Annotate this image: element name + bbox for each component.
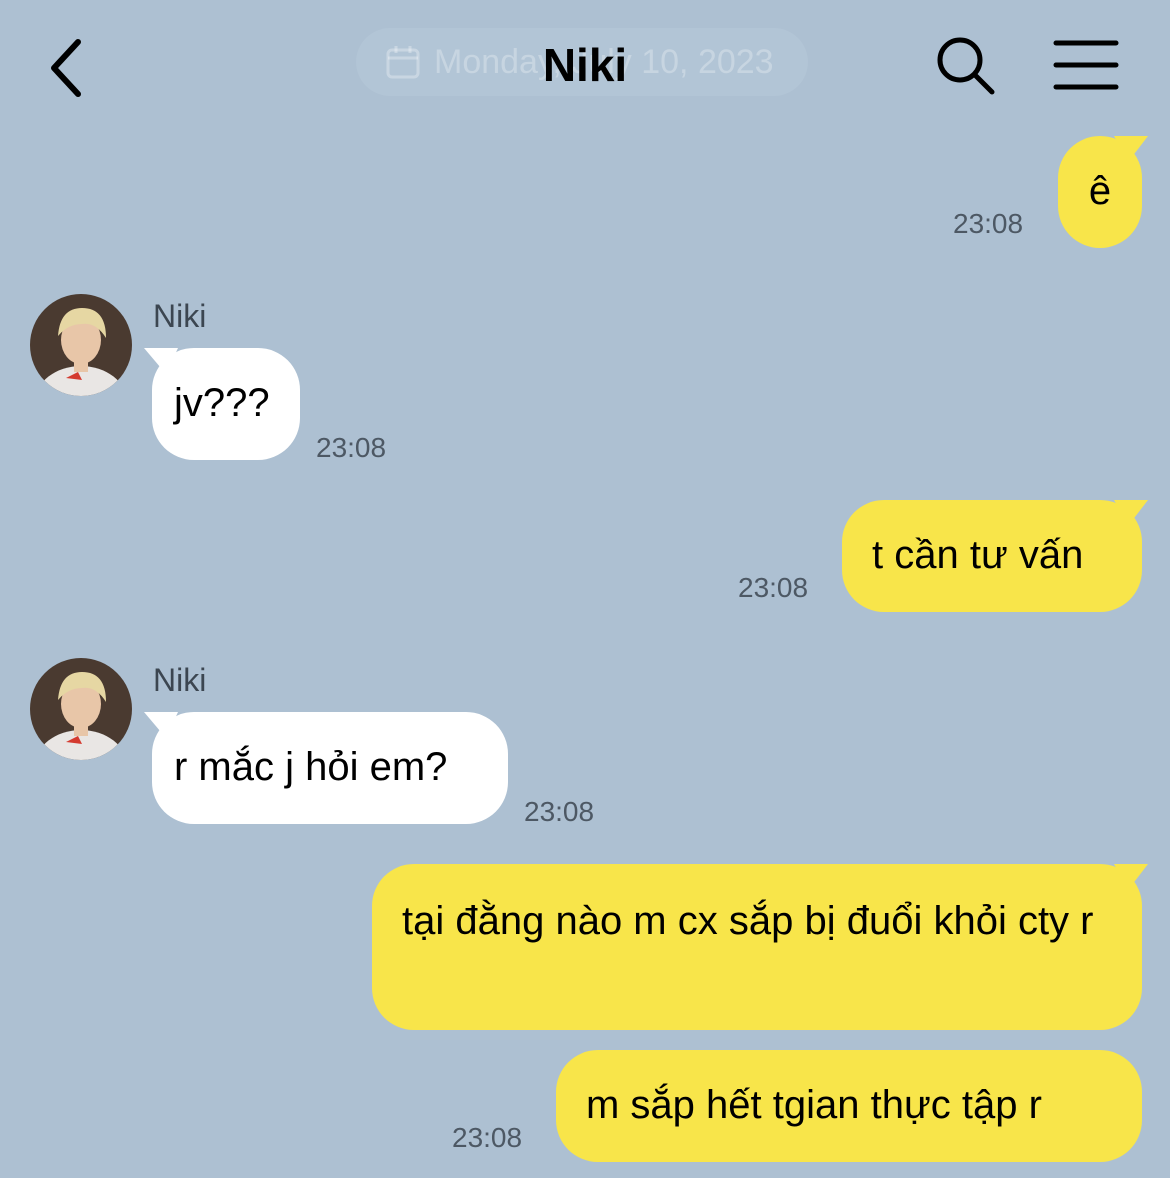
chat-header: Monday, July 10, 2023 Niki (0, 0, 1170, 134)
incoming-message[interactable]: jv??? (144, 348, 300, 460)
incoming-message[interactable]: r mắc j hỏi em? (144, 712, 508, 824)
message-text: jv??? (174, 381, 270, 425)
outgoing-message[interactable]: t cần tư vấn (842, 500, 1148, 612)
message-text: ê (1088, 169, 1112, 213)
outgoing-message[interactable]: ê (1058, 136, 1148, 248)
message-text: m sắp hết tgian thực tập r (586, 1083, 1042, 1127)
message-time: 23:08 (524, 796, 595, 827)
bubble-tail (1114, 500, 1148, 526)
profile-photo-icon (30, 294, 132, 396)
outgoing-message[interactable]: tại đằng nào m cx sắp bị đuổi khỏi cty r (372, 864, 1148, 1030)
outgoing-message[interactable]: m sắp hết tgian thực tập r (556, 1050, 1142, 1162)
message-time: 23:08 (452, 1122, 523, 1153)
search-button[interactable] (934, 34, 998, 98)
bubble-tail (144, 712, 178, 738)
message-text: t cần tư vấn (872, 533, 1084, 577)
message-time: 23:08 (738, 572, 809, 603)
hamburger-menu-icon (1053, 40, 1119, 90)
message-text: tại đằng nào m cx sắp bị đuổi khỏi cty r (402, 899, 1094, 943)
menu-button[interactable] (1052, 38, 1120, 92)
message-time: 23:08 (953, 208, 1024, 239)
search-icon (937, 37, 995, 95)
avatar[interactable] (30, 294, 132, 396)
bubble-tail (144, 348, 178, 374)
avatar[interactable] (30, 658, 132, 760)
message-text: r mắc j hỏi em? (174, 745, 448, 789)
bubble-tail (1114, 136, 1148, 162)
message-time: 23:08 (316, 432, 387, 463)
profile-photo-icon (30, 658, 132, 760)
sender-name: Niki (153, 298, 207, 334)
sender-name: Niki (153, 662, 207, 698)
bubble-tail (1114, 864, 1148, 890)
